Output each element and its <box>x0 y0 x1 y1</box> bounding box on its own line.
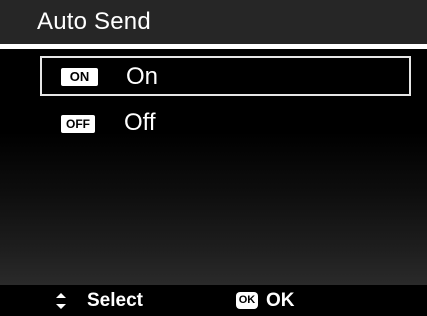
title-bar: Auto Send <box>0 0 427 44</box>
option-off-label: Off <box>124 109 156 136</box>
camera-menu-screen: Auto Send ON On OFF Off Select OK OK <box>0 0 427 316</box>
footer-bar: Select OK OK <box>0 285 427 316</box>
option-off[interactable]: OFF Off <box>40 104 411 144</box>
option-on-label: On <box>126 63 159 90</box>
up-down-arrows-icon <box>56 293 66 309</box>
off-badge-icon: OFF <box>61 115 95 133</box>
ok-button-icon: OK <box>236 292 258 309</box>
footer-ok-label: OK <box>266 290 295 311</box>
footer-select-label: Select <box>87 290 143 311</box>
option-on[interactable]: ON On <box>40 56 411 96</box>
on-badge-icon: ON <box>61 68 98 86</box>
menu-title: Auto Send <box>37 8 151 35</box>
